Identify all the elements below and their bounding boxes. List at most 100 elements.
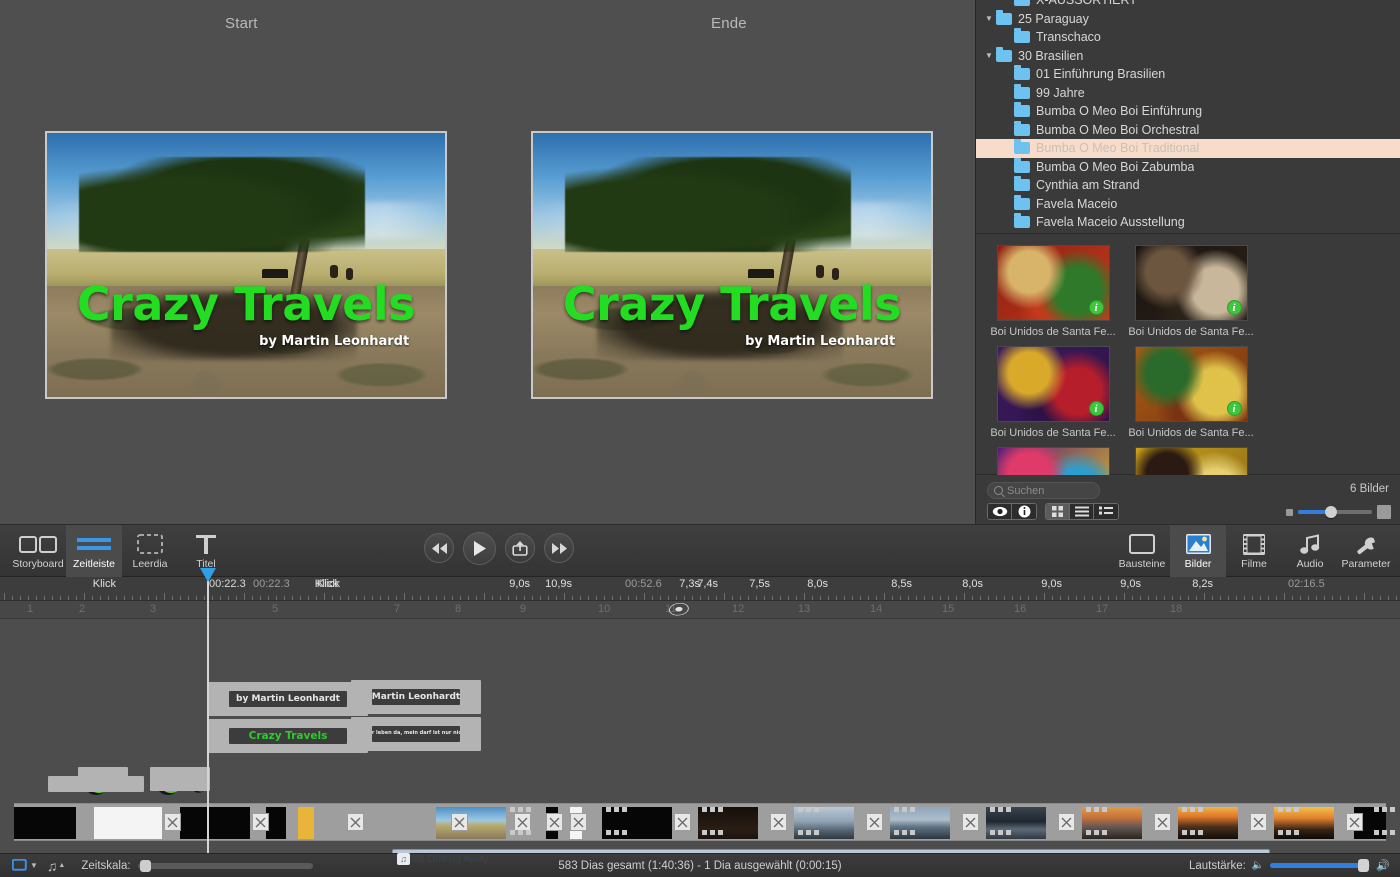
filmstrip-slide[interactable] — [602, 807, 672, 839]
filmstrip-slide[interactable] — [698, 807, 758, 839]
transition-marker[interactable] — [570, 813, 587, 831]
duration-label[interactable]: 9,0s — [1120, 578, 1141, 590]
tree-item[interactable]: ▼ 30 Brasilien — [976, 46, 1400, 66]
duration-label[interactable]: 7,4s — [697, 578, 718, 590]
tree-item[interactable]: ▼01 Einführung Brasilien — [976, 65, 1400, 84]
duration-label[interactable]: Klick — [93, 578, 116, 590]
thumbnail-image[interactable]: i — [996, 346, 1110, 422]
filmstrip-slide[interactable] — [1274, 807, 1334, 839]
info-badge-icon[interactable]: i — [1088, 300, 1104, 315]
filmstrip-slide[interactable] — [986, 807, 1046, 839]
timeline-clip[interactable] — [78, 767, 128, 791]
forward-button[interactable] — [544, 533, 574, 563]
title-clip[interactable]: Crazy Travels — [226, 723, 350, 749]
info-badge-icon[interactable]: i — [1088, 401, 1104, 416]
search-field[interactable] — [987, 482, 1100, 499]
transition-marker[interactable] — [252, 813, 269, 831]
duration-label[interactable]: 9,0s — [1041, 578, 1062, 590]
filmstrip-slide[interactable] — [94, 807, 162, 839]
play-button[interactable] — [463, 531, 496, 565]
thumbnail-image[interactable]: i — [996, 245, 1110, 321]
duration-label[interactable]: 00:52.6 — [625, 578, 662, 590]
tree-item[interactable]: ▼Bumba O Meo Boi Orchestral — [976, 120, 1400, 140]
disclosure-triangle-icon[interactable]: ▼ — [982, 49, 996, 63]
transition-marker[interactable] — [546, 813, 563, 831]
thumbnail-grid[interactable]: i Boi Unidos de Santa Fe... i Boi Unidos de… — [976, 235, 1400, 540]
share-button[interactable] — [505, 533, 535, 563]
title-clip[interactable]: Martin Leonhardt — [369, 684, 463, 710]
duration-label[interactable]: 8,2s — [1192, 578, 1213, 590]
thumbnail-size-slider[interactable] — [1286, 505, 1391, 519]
zoom-track[interactable] — [1298, 506, 1372, 518]
tree-item[interactable]: ▼Favela Maceio Ausstellung — [976, 213, 1400, 232]
preview-eye-button[interactable] — [988, 504, 1012, 519]
disclosure-triangle-icon[interactable]: ▼ — [982, 12, 996, 26]
toolbar-button-audio[interactable]: Audio — [1282, 525, 1338, 578]
toolbar-button-bilder[interactable]: Bilder — [1170, 525, 1226, 578]
filmstrip-slide[interactable] — [266, 807, 286, 839]
filmstrip-slide[interactable] — [14, 807, 76, 839]
thumbnail-image[interactable]: i — [1134, 245, 1248, 321]
filmstrip-slide[interactable] — [1082, 807, 1142, 839]
list-view-button[interactable] — [1070, 504, 1094, 519]
title-clip[interactable]: by Martin Leonhardt — [226, 686, 350, 712]
transition-marker[interactable] — [1346, 813, 1363, 831]
transition-marker[interactable] — [514, 813, 531, 831]
toolbar-button-filme[interactable]: Filme — [1226, 525, 1282, 578]
tree-item[interactable]: ▼Bumba O Meo Boi Traditional — [976, 139, 1400, 158]
info-badge-icon[interactable]: i — [1226, 401, 1242, 416]
filmstrip-slide[interactable] — [298, 807, 314, 839]
filmstrip-slide[interactable] — [890, 807, 950, 839]
duration-label[interactable]: 10,9s — [545, 578, 572, 590]
duration-label[interactable]: 02:16.5 — [1288, 578, 1325, 590]
tree-item[interactable]: ▼Bumba O Meo Boi Zabumba — [976, 157, 1400, 177]
filmstrip-slide[interactable] — [436, 807, 506, 839]
start-preview-stage[interactable]: Crazy Travels by Martin Leonhardt — [45, 131, 447, 399]
duration-label[interactable]: 8,0s — [807, 578, 828, 590]
slide-filmstrip[interactable] — [14, 803, 1395, 841]
grid-view-button[interactable] — [1046, 504, 1070, 519]
thumbnail-cell[interactable]: i Boi Unidos de Santa Fe... — [988, 346, 1118, 439]
rewind-button[interactable] — [424, 533, 454, 563]
thumbnail-cell[interactable]: i Boi Unidos de Santa Fe... — [1126, 245, 1256, 338]
duration-label[interactable]: 7,3s — [679, 578, 700, 590]
transition-marker[interactable] — [866, 813, 883, 831]
tree-item[interactable]: ▼Cynthia am Strand — [976, 176, 1400, 195]
timeline-tracks[interactable]: by Martin Leonhardt Martin Leonhardt Crazy… — [0, 619, 1400, 877]
transition-marker[interactable] — [1058, 813, 1075, 831]
detail-view-button[interactable] — [1094, 504, 1118, 519]
transition-marker[interactable] — [674, 813, 691, 831]
filmstrip-slide[interactable] — [180, 807, 250, 839]
thumbnail-cell[interactable]: i Boi Unidos de Santa Fe... — [1126, 346, 1256, 439]
layout-options-segment[interactable] — [1045, 503, 1119, 520]
filmstrip-slide[interactable] — [794, 807, 854, 839]
title-clip[interactable]: "Home sind wir leben da, mein darf ist n… — [369, 721, 463, 747]
duration-label[interactable]: 7,5s — [749, 578, 770, 590]
thumbnail-cell[interactable]: i Boi Unidos de Santa Fe... — [988, 245, 1118, 338]
transition-marker[interactable] — [1154, 813, 1171, 831]
duration-label[interactable]: Klick — [315, 578, 338, 590]
duration-label[interactable]: 9,0s — [509, 578, 530, 590]
toolbar-button-zeitleiste[interactable]: Zeitleiste — [66, 525, 122, 578]
info-badge-icon[interactable]: i — [1226, 300, 1242, 315]
tree-item[interactable]: ▼X-AUSSORTIERT — [976, 0, 1400, 10]
playhead-line[interactable] — [207, 577, 209, 853]
thumbnail-image[interactable]: i — [1134, 346, 1248, 422]
view-options-segment[interactable] — [987, 503, 1037, 520]
toolbar-button-parameter[interactable]: Parameter — [1338, 525, 1394, 578]
folder-tree[interactable]: ▼X-AUSSORTIERT ▼ 25 Paraguay ▼Transchaco ▼ 30… — [976, 0, 1400, 234]
tree-item[interactable]: ▼Transchaco — [976, 28, 1400, 47]
transition-marker[interactable] — [962, 813, 979, 831]
duration-label[interactable]: 00:22.3 — [253, 578, 290, 590]
transition-marker[interactable] — [347, 813, 364, 831]
tree-item[interactable]: ▼Bumba O Meo Boi Einführung — [976, 102, 1400, 121]
tree-item[interactable]: ▼Favela Maceio — [976, 194, 1400, 214]
duration-label[interactable]: 8,5s — [891, 578, 912, 590]
transition-marker[interactable] — [164, 813, 181, 831]
toolbar-button-leerdia[interactable]: Leerdia — [122, 525, 178, 578]
duration-label[interactable]: 8,0s — [962, 578, 983, 590]
tree-item[interactable]: ▼99 Jahre — [976, 83, 1400, 103]
toolbar-button-bausteine[interactable]: Bausteine — [1114, 525, 1170, 578]
transition-marker[interactable] — [1250, 813, 1267, 831]
tree-item[interactable]: ▼ 25 Paraguay — [976, 9, 1400, 29]
